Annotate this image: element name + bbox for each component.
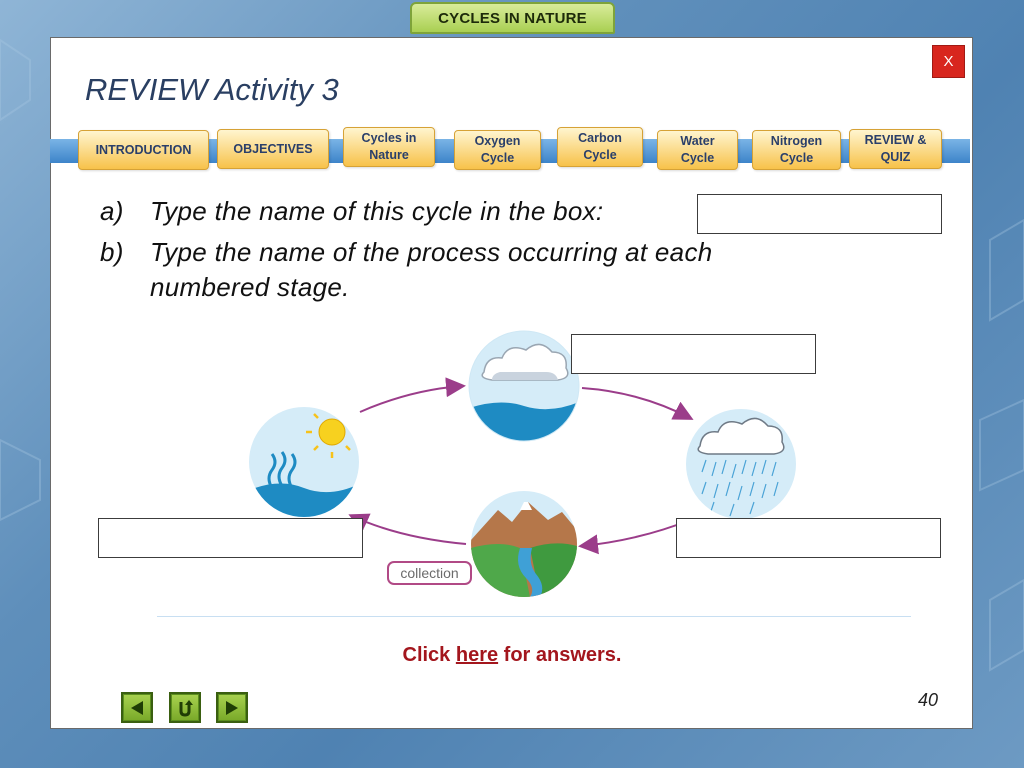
- nav-review-quiz-label: REVIEW & QUIZ: [864, 133, 927, 164]
- answers-suffix: for answers.: [498, 644, 622, 666]
- nav-cycles-in-nature[interactable]: Cycles in Nature: [343, 127, 435, 167]
- nav-nitrogen-cycle[interactable]: Nitrogen Cycle: [752, 130, 841, 170]
- answers-prompt: Click here for answers.: [0, 644, 1024, 667]
- page-title: REVIEW Activity 3: [85, 72, 339, 107]
- question-b-label: b): [100, 237, 124, 267]
- answers-prefix: Click: [402, 644, 456, 666]
- forward-button[interactable]: [216, 692, 248, 723]
- nav-introduction[interactable]: INTRODUCTION: [78, 130, 209, 170]
- back-button[interactable]: [121, 692, 153, 723]
- nav-objectives-label: OBJECTIVES: [233, 141, 313, 156]
- question-a-label: a): [100, 196, 124, 226]
- question-a-text: Type the name of this cycle in the box:: [150, 196, 604, 226]
- nav-carbon-cycle-label: Carbon Cycle: [578, 131, 622, 162]
- page-number: 40: [918, 690, 939, 710]
- arrow-right-icon: [226, 700, 238, 715]
- question-b-text-line2: numbered stage.: [150, 272, 350, 302]
- arrow-left-icon: [131, 700, 143, 715]
- cycle-name-input[interactable]: [697, 194, 942, 234]
- nav-objectives[interactable]: OBJECTIVES: [217, 129, 329, 169]
- collection-label: collection: [387, 561, 472, 585]
- course-title-tab: CYCLES IN NATURE: [410, 2, 615, 34]
- question-a: a): [100, 196, 124, 227]
- stage-evaporation-input[interactable]: [98, 518, 363, 558]
- nav-oxygen-cycle[interactable]: Oxygen Cycle: [454, 130, 541, 170]
- question-b-text-line1: Type the name of the process occurring a…: [150, 237, 713, 267]
- nav-nitrogen-cycle-label: Nitrogen Cycle: [770, 134, 823, 165]
- nav-cycles-in-nature-label: Cycles in Nature: [361, 131, 417, 162]
- close-button[interactable]: X: [932, 45, 965, 78]
- nav-oxygen-cycle-label: Oxygen Cycle: [474, 134, 521, 165]
- return-button[interactable]: [169, 692, 201, 723]
- answers-link[interactable]: here: [456, 644, 498, 666]
- divider-line: [157, 616, 911, 617]
- nav-carbon-cycle[interactable]: Carbon Cycle: [557, 127, 643, 167]
- nav-review-quiz[interactable]: REVIEW & QUIZ: [849, 129, 942, 169]
- stage-precipitation-input[interactable]: [676, 518, 941, 558]
- nav-introduction-label: INTRODUCTION: [95, 142, 192, 157]
- nav-water-cycle[interactable]: Water Cycle: [657, 130, 738, 170]
- stage-condensation-input[interactable]: [571, 334, 816, 374]
- u-turn-icon: [179, 699, 193, 717]
- nav-water-cycle-label: Water Cycle: [680, 134, 715, 165]
